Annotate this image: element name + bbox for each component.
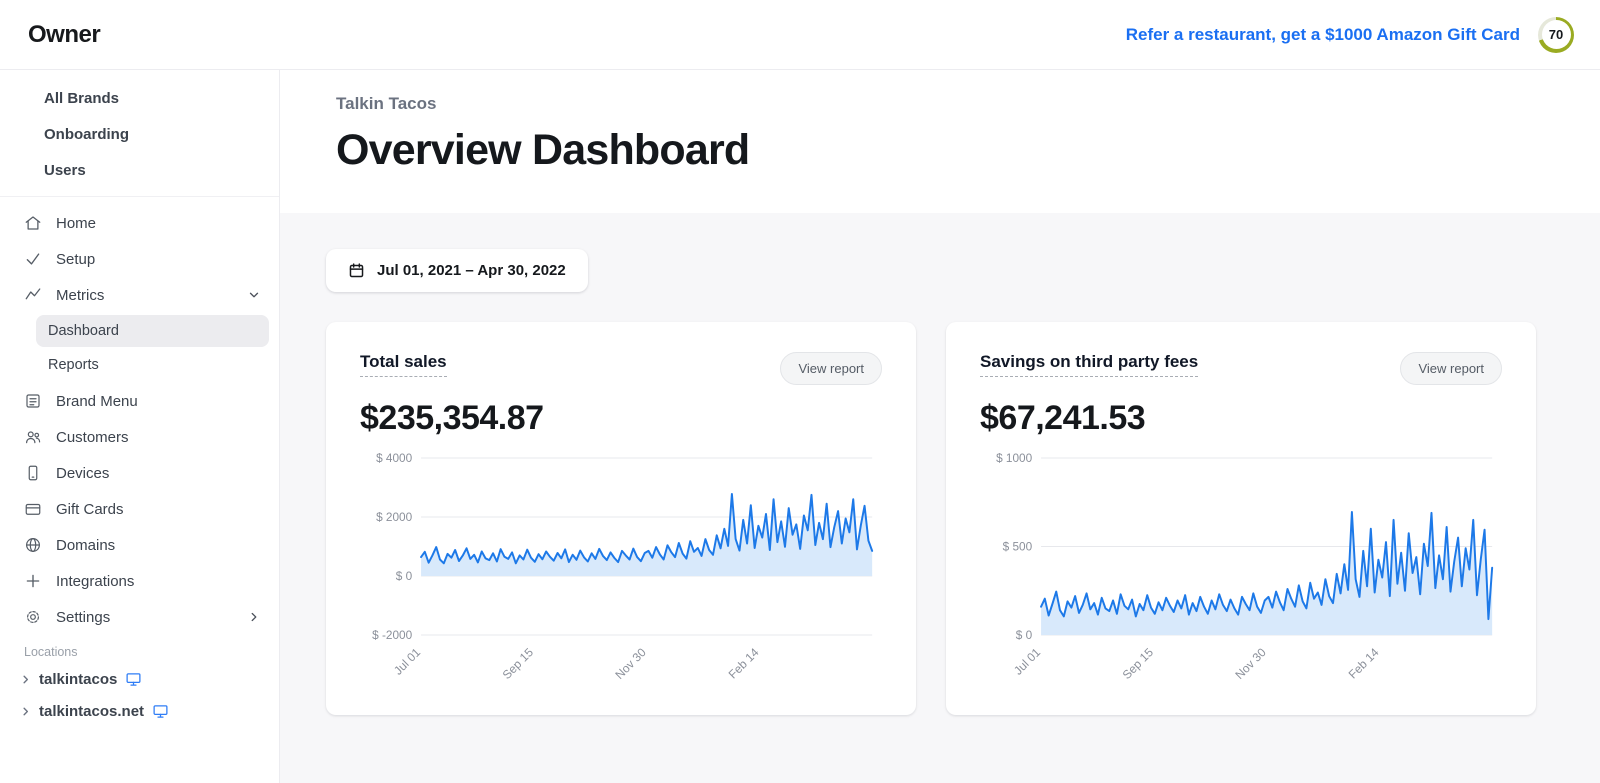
brand-name: Talkin Tacos	[336, 94, 437, 113]
monitor-icon	[125, 671, 142, 688]
chevron-down-icon	[247, 288, 261, 302]
total-sales-card: Total sales View report $235,354.87 $ 40…	[326, 322, 916, 715]
page-header: Talkin Tacos Overview Dashboard	[280, 70, 1600, 213]
sidebar-item-label: Settings	[56, 608, 111, 626]
main-content: Talkin Tacos Overview Dashboard Jul 01, …	[280, 70, 1600, 783]
svg-text:$ 0: $ 0	[1016, 628, 1033, 642]
sidebar-item-label: Gift Cards	[56, 500, 124, 518]
monitor-icon	[152, 703, 169, 720]
sidebar-item-label: Brand Menu	[56, 392, 138, 410]
top-bar: Owner Refer a restaurant, get a $1000 Am…	[0, 0, 1600, 70]
total-sales-chart: $ 4000 $ 2000 $ 0 $ -2000 Jul 01 Sep 15 Nov 30…	[372, 451, 874, 682]
brand-menu-icon	[24, 392, 42, 410]
sidebar-item-label: Home	[56, 214, 97, 232]
sidebar-item-gift-cards[interactable]: Gift Cards	[0, 491, 279, 527]
sidebar-item-onboarding[interactable]: Onboarding	[0, 116, 279, 152]
svg-text:$ -2000: $ -2000	[372, 628, 412, 642]
sidebar-item-customers[interactable]: Customers	[0, 419, 279, 455]
owner-logo: Owner	[28, 20, 101, 48]
referral-link[interactable]: Refer a restaurant, get a $1000 Amazon G…	[1126, 25, 1520, 45]
score-badge[interactable]: 70	[1538, 16, 1574, 53]
metric-cards: Total sales View report $235,354.87 $ 40…	[326, 322, 1536, 715]
globe-icon	[24, 536, 42, 554]
total-sales-amount: $235,354.87	[360, 399, 544, 437]
location-talkintacos-net[interactable]: talkintacos.net	[0, 695, 279, 727]
device-icon	[24, 464, 42, 482]
location-label: talkintacos	[39, 670, 118, 688]
sidebar-subitem-label: Reports	[48, 357, 99, 373]
sidebar-item-label: Customers	[56, 428, 129, 446]
sidebar-item-setup[interactable]: Setup	[0, 241, 279, 277]
topbar-right: Refer a restaurant, get a $1000 Amazon G…	[1126, 16, 1574, 53]
sidebar-item-settings[interactable]: Settings	[0, 599, 279, 635]
sidebar-item-devices[interactable]: Devices	[0, 455, 279, 491]
third-party-savings-amount: $67,241.53	[980, 399, 1146, 437]
sidebar-divider	[0, 196, 279, 197]
card-title: Total sales	[360, 352, 447, 377]
svg-text:Jul 01: Jul 01	[391, 645, 423, 678]
sidebar-item-reports[interactable]: Reports	[36, 349, 269, 381]
svg-text:$ 0: $ 0	[396, 569, 413, 583]
view-report-button[interactable]: View report	[780, 352, 882, 385]
svg-text:Jul 01: Jul 01	[1011, 645, 1043, 678]
date-range-label: Jul 01, 2021 – Apr 30, 2022	[377, 262, 566, 279]
svg-text:Sep 15: Sep 15	[500, 645, 537, 682]
page-title: Overview Dashboard	[336, 126, 750, 174]
svg-text:Feb 14: Feb 14	[726, 645, 762, 682]
svg-text:$ 1000: $ 1000	[996, 451, 1032, 465]
sidebar-item-label: Domains	[56, 536, 116, 554]
sidebar-item-metrics[interactable]: Metrics	[0, 277, 279, 313]
gift-card-icon	[24, 500, 42, 518]
dashboard-content: Jul 01, 2021 – Apr 30, 2022 Total sales …	[280, 213, 1600, 715]
sidebar-item-home[interactable]: Home	[0, 205, 279, 241]
svg-text:$ 4000: $ 4000	[376, 451, 412, 465]
metrics-icon	[24, 286, 42, 304]
sidebar-item-integrations[interactable]: Integrations	[0, 563, 279, 599]
score-badge-value: 70	[1541, 20, 1571, 49]
gear-icon	[24, 608, 42, 626]
chevron-right-icon	[20, 706, 31, 717]
location-talkintacos[interactable]: talkintacos	[0, 663, 279, 695]
card-title: Savings on third party fees	[980, 352, 1199, 377]
customers-icon	[24, 428, 42, 446]
chevron-right-icon	[20, 674, 31, 685]
svg-text:Nov 30: Nov 30	[612, 645, 649, 682]
sidebar-item-all-brands[interactable]: All Brands	[0, 80, 279, 116]
chevron-right-icon	[247, 610, 261, 624]
svg-text:Feb 14: Feb 14	[1346, 645, 1382, 682]
sidebar-subitem-label: Dashboard	[48, 323, 119, 339]
sidebar-item-dashboard[interactable]: Dashboard	[36, 315, 269, 347]
locations-label: Locations	[24, 645, 78, 659]
svg-text:$ 2000: $ 2000	[376, 510, 412, 524]
home-icon	[24, 214, 42, 232]
sidebar-item-label: Integrations	[56, 572, 135, 590]
third-party-savings-card: Savings on third party fees View report …	[946, 322, 1536, 715]
date-range-picker[interactable]: Jul 01, 2021 – Apr 30, 2022	[326, 249, 588, 292]
sidebar-item-domains[interactable]: Domains	[0, 527, 279, 563]
view-report-button[interactable]: View report	[1400, 352, 1502, 385]
sidebar-item-label: Setup	[56, 250, 96, 268]
sidebar-item-brand-menu[interactable]: Brand Menu	[0, 383, 279, 419]
svg-text:Nov 30: Nov 30	[1232, 645, 1269, 682]
third-party-savings-chart: $ 1000 $ 500 $ 0 Jul 01 Sep 15 Nov 30 Feb 14	[996, 451, 1494, 682]
sidebar-item-users[interactable]: Users	[0, 152, 279, 188]
sidebar-item-label: Devices	[56, 464, 110, 482]
sidebar: All Brands Onboarding Users Home Setup M…	[0, 70, 280, 783]
location-label: talkintacos.net	[39, 702, 145, 720]
sidebar-item-label: Metrics	[56, 286, 105, 304]
svg-text:Sep 15: Sep 15	[1120, 645, 1157, 682]
calendar-icon	[348, 262, 365, 279]
check-icon	[24, 250, 42, 268]
svg-text:$ 500: $ 500	[1003, 539, 1033, 553]
plus-icon	[24, 572, 42, 590]
